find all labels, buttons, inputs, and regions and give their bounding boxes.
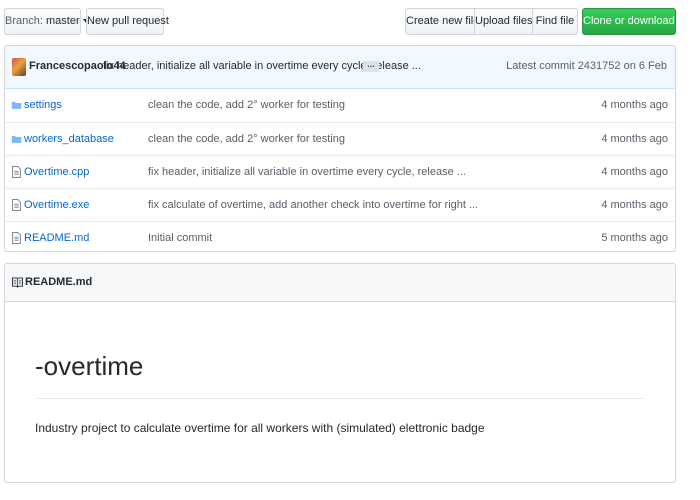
file-commit-message-link[interactable]: fix header, initialize all variable in o… <box>148 166 466 178</box>
file-icon <box>12 232 21 244</box>
table-row: README.md Initial commit 5 months ago <box>5 221 675 251</box>
upload-files-button[interactable]: Upload files <box>474 8 533 35</box>
file-age: 4 months ago <box>601 199 668 211</box>
file-icon <box>12 199 21 211</box>
folder-icon <box>11 135 22 143</box>
create-new-file-button[interactable]: Create new file <box>405 8 479 35</box>
folder-icon <box>11 101 22 109</box>
readme-panel: README.md -overtime Industry project to … <box>4 263 676 483</box>
file-rows: settings clean the code, add 2° worker f… <box>5 89 675 251</box>
readme-header: README.md <box>5 264 675 302</box>
file-list: Francescopaolo44 fix header, initialize … <box>4 45 676 252</box>
file-age: 4 months ago <box>601 133 668 145</box>
table-row: workers_database clean the code, add 2° … <box>5 122 675 155</box>
latest-commit-info[interactable]: Latest commit 2431752 on 6 Feb <box>506 60 667 72</box>
avatar[interactable] <box>12 58 26 76</box>
branch-select-button[interactable]: Branch: master <box>4 8 89 35</box>
branch-name: master <box>45 15 80 27</box>
file-age: 4 months ago <box>601 166 668 178</box>
file-age: 5 months ago <box>601 232 668 244</box>
find-file-button[interactable]: Find file <box>532 8 578 35</box>
file-name-link[interactable]: Overtime.cpp <box>24 166 89 178</box>
file-icon <box>12 166 21 178</box>
clone-or-download-label: Clone or download <box>583 15 675 27</box>
file-name-link[interactable]: README.md <box>24 232 89 244</box>
table-row: Overtime.exe fix calculate of overtime, … <box>5 188 675 221</box>
new-pull-request-button[interactable]: New pull request <box>86 8 169 35</box>
latest-commit-bar: Francescopaolo44 fix header, initialize … <box>5 46 675 89</box>
file-age: 4 months ago <box>601 99 668 111</box>
expand-commit-message-button[interactable]: ... <box>363 60 379 72</box>
file-commit-message-link[interactable]: fix calculate of overtime, add another c… <box>148 199 478 211</box>
clone-or-download-button[interactable]: Clone or download <box>582 8 684 35</box>
branch-prefix: Branch: <box>5 15 43 27</box>
readme-title: -overtime <box>35 351 144 381</box>
file-name-link[interactable]: settings <box>24 99 62 111</box>
readme-filename: README.md <box>25 276 93 288</box>
file-commit-message-link[interactable]: clean the code, add 2° worker for testin… <box>148 99 345 111</box>
readme-divider <box>35 398 645 399</box>
file-commit-message-link[interactable]: clean the code, add 2° worker for testin… <box>148 133 345 145</box>
file-commit-message-link[interactable]: Initial commit <box>148 232 212 244</box>
caret-down-icon <box>677 19 684 24</box>
table-row: Overtime.cpp fix header, initialize all … <box>5 155 675 188</box>
book-icon <box>12 277 23 288</box>
table-row: settings clean the code, add 2° worker f… <box>5 89 675 122</box>
readme-description: Industry project to calculate overtime f… <box>35 421 485 435</box>
file-name-link[interactable]: workers_database <box>24 133 114 145</box>
file-name-link[interactable]: Overtime.exe <box>24 199 89 211</box>
